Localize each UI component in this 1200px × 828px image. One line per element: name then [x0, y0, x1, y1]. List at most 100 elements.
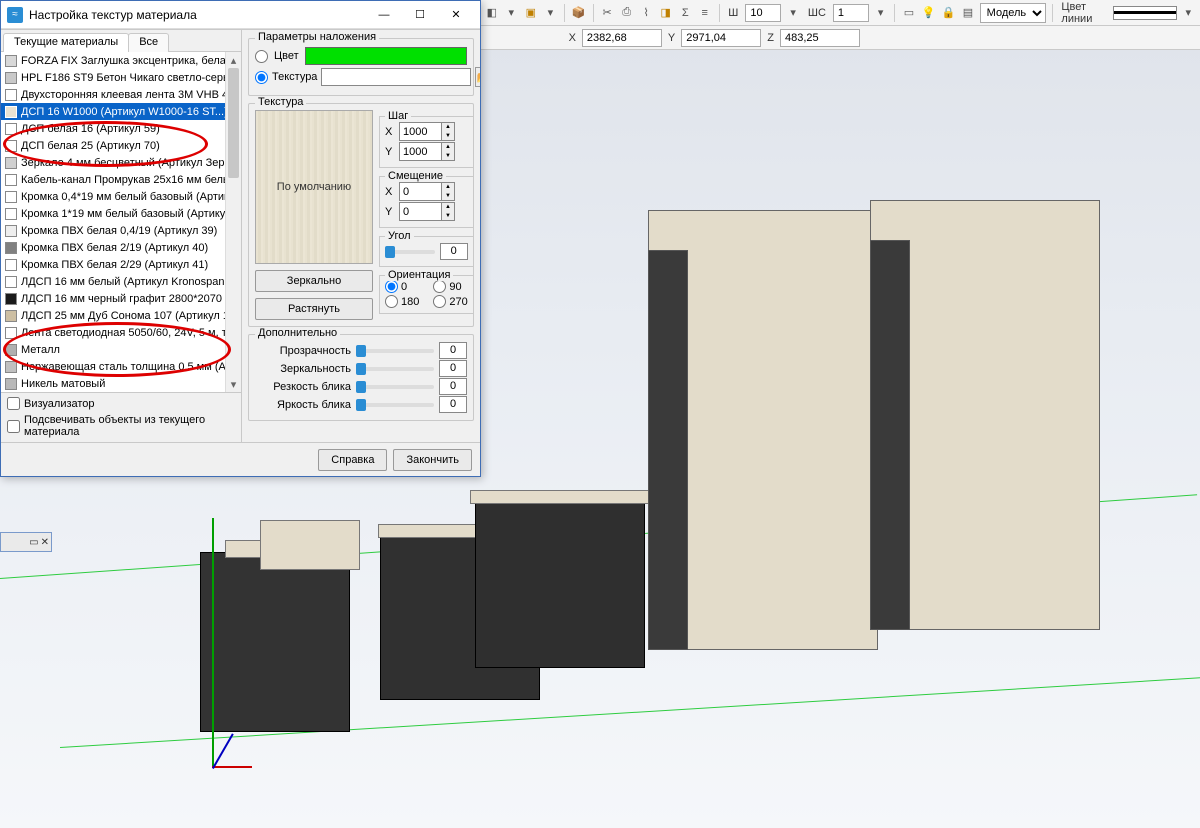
color-radio[interactable] [255, 50, 268, 63]
step-y-input[interactable] [399, 142, 441, 161]
material-name: ЛДСП 16 мм белый (Артикул Kronospan 101 … [21, 276, 241, 288]
tool-icon[interactable]: ⎙ [619, 3, 635, 23]
spin-down-icon[interactable]: ▼ [442, 132, 454, 141]
close-button[interactable]: ✕ [438, 3, 474, 27]
list-icon[interactable]: ≡ [697, 3, 713, 23]
offset-x-input[interactable] [399, 182, 441, 201]
scroll-thumb[interactable] [228, 68, 239, 178]
material-row[interactable]: Кромка ПВХ белая 2/29 (Артикул 41) [1, 256, 241, 273]
orient-270-radio[interactable]: 270 [433, 295, 467, 308]
finish-button[interactable]: Закончить [393, 449, 472, 471]
width-step-input[interactable] [833, 4, 869, 22]
material-row[interactable]: Никель матовый [1, 375, 241, 392]
close-icon[interactable]: ✕ [41, 537, 49, 548]
spin-down-icon[interactable]: ▼ [442, 212, 454, 221]
specular-sharpness-slider[interactable] [356, 385, 434, 389]
scroll-down-icon[interactable]: ▾ [226, 376, 241, 392]
scrollbar[interactable]: ▴ ▾ [225, 52, 241, 392]
material-name: Двухсторонняя клеевая лента 3M VHB 4910F… [21, 89, 241, 101]
maximize-button[interactable]: ☐ [402, 3, 438, 27]
lightbulb-icon[interactable]: 💡 [921, 3, 937, 23]
dropdown-icon[interactable]: ▾ [1181, 3, 1197, 23]
reflectivity-slider[interactable] [356, 367, 434, 371]
orient-0-radio[interactable]: 0 [385, 280, 419, 293]
specular-brightness-slider[interactable] [356, 403, 434, 407]
material-row[interactable]: ЛДСП 25 мм Дуб Сонома 107 (Артикул 107-2… [1, 307, 241, 324]
transparency-slider[interactable] [356, 349, 434, 353]
material-row[interactable]: Кромка ПВХ белая 0,4/19 (Артикул 39) [1, 222, 241, 239]
material-row[interactable]: Кромка ПВХ белая 2/19 (Артикул 40) [1, 239, 241, 256]
tab-all-materials[interactable]: Все [128, 33, 169, 52]
help-button[interactable]: Справка [318, 449, 387, 471]
package-icon[interactable]: 📦 [571, 3, 587, 23]
layers-icon[interactable]: ▤ [960, 3, 976, 23]
spin-down-icon[interactable]: ▼ [442, 152, 454, 161]
box-icon[interactable]: ▣ [523, 3, 539, 23]
material-row[interactable]: Металл [1, 341, 241, 358]
lock-icon[interactable]: 🔒 [940, 3, 956, 23]
material-row[interactable]: Кромка 1*19 мм белый базовый (Артикул Eg… [1, 205, 241, 222]
coord-z-input[interactable] [780, 29, 860, 47]
sigma-icon[interactable]: Σ [677, 3, 693, 23]
minimize-icon[interactable]: ▭ [29, 537, 38, 548]
material-row[interactable]: ДСП белая 16 (Артикул 59) [1, 120, 241, 137]
spin-up-icon[interactable]: ▲ [442, 123, 454, 132]
dropdown-icon[interactable]: ▾ [504, 3, 520, 23]
offset-y-input[interactable] [399, 202, 441, 221]
dialog-titlebar[interactable]: ≈ Настройка текстур материала ― ☐ ✕ [1, 1, 480, 29]
browse-folder-icon[interactable]: 📂 [475, 67, 480, 87]
material-row[interactable]: Двухсторонняя клеевая лента 3M VHB 4910F… [1, 86, 241, 103]
stretch-button[interactable]: Растянуть [255, 298, 373, 320]
tab-current-materials[interactable]: Текущие материалы [3, 33, 129, 52]
width-input[interactable] [745, 4, 781, 22]
material-row[interactable]: HPL F186 ST9 Бетон Чикаго светло-серый (… [1, 69, 241, 86]
texture-radio[interactable] [255, 71, 268, 84]
coord-y-input[interactable] [681, 29, 761, 47]
floating-mini-panel[interactable]: ▭ ✕ [0, 532, 52, 552]
dropdown-icon[interactable]: ▾ [873, 3, 889, 23]
material-row[interactable]: Кромка 0,4*19 мм белый базовый (Артикул … [1, 188, 241, 205]
material-swatch [5, 174, 17, 186]
main-toolbar: ◧ ▾ ▣ ▾ 📦 ✂ ⎙ ⌇ ◨ Σ ≡ Ш ▾ ШС ▾ ▭ 💡 🔒 ▤ М… [480, 0, 1200, 26]
line-style-swatch[interactable] [1113, 6, 1177, 20]
minimize-button[interactable]: ― [366, 3, 402, 27]
spin-up-icon[interactable]: ▲ [442, 143, 454, 152]
mirror-button[interactable]: Зеркально [255, 270, 373, 292]
material-row[interactable]: FORZA FIX Заглушка эксцентрика, белая (А… [1, 52, 241, 69]
material-name: Лента светодиодная 5050/60, 24V, 5 м, те… [21, 327, 241, 339]
material-row[interactable]: ДСП белая 25 (Артикул 70) [1, 137, 241, 154]
texture-preview[interactable]: По умолчанию [255, 110, 373, 264]
orient-180-radio[interactable]: 180 [385, 295, 419, 308]
dropdown-icon[interactable]: ▾ [543, 3, 559, 23]
step-x-input[interactable] [399, 122, 441, 141]
tool-icon[interactable]: ⌇ [638, 3, 654, 23]
spin-up-icon[interactable]: ▲ [442, 203, 454, 212]
angle-slider[interactable] [385, 250, 435, 254]
material-swatch [5, 72, 17, 84]
scroll-up-icon[interactable]: ▴ [226, 52, 241, 68]
texture-path-input[interactable] [321, 68, 471, 86]
dropdown-icon[interactable]: ▾ [785, 3, 801, 23]
material-row[interactable]: ЛДСП 16 мм черный графит 2800*2070 (Арти [1, 290, 241, 307]
scissors-icon[interactable]: ✂ [599, 3, 615, 23]
material-row[interactable]: ЛДСП 16 мм белый (Артикул Kronospan 101 … [1, 273, 241, 290]
cube-icon[interactable]: ◨ [658, 3, 674, 23]
orientation-group: Ориентация 0 90 180 270 [379, 275, 474, 314]
coord-x-input[interactable] [582, 29, 662, 47]
orient-90-radio[interactable]: 90 [433, 280, 467, 293]
visualizer-checkbox[interactable]: Визуализатор [7, 397, 235, 410]
spin-up-icon[interactable]: ▲ [442, 183, 454, 192]
material-row[interactable]: Лента светодиодная 5050/60, 24V, 5 м, те… [1, 324, 241, 341]
material-row[interactable]: ДСП 16 W1000 (Артикул W1000-16 ST...) [1, 103, 241, 120]
material-row[interactable]: Кабель-канал Промрукав 25x16 мм белый 2 … [1, 171, 241, 188]
color-swatch[interactable] [305, 47, 467, 65]
material-list[interactable]: FORZA FIX Заглушка эксцентрика, белая (А… [1, 52, 241, 392]
highlight-checkbox[interactable]: Подсвечивать объекты из текущего материа… [7, 414, 235, 438]
angle-value[interactable]: 0 [440, 243, 468, 260]
toolbar-button[interactable]: ◧ [484, 3, 500, 23]
view-icon[interactable]: ▭ [901, 3, 917, 23]
material-row[interactable]: Зеркало 4 мм бесцветный (Артикул Зеркало… [1, 154, 241, 171]
spin-down-icon[interactable]: ▼ [442, 192, 454, 201]
material-row[interactable]: Нержавеющая сталь толщина 0,5 мм (Артику… [1, 358, 241, 375]
mode-select[interactable]: Модель [980, 3, 1046, 23]
